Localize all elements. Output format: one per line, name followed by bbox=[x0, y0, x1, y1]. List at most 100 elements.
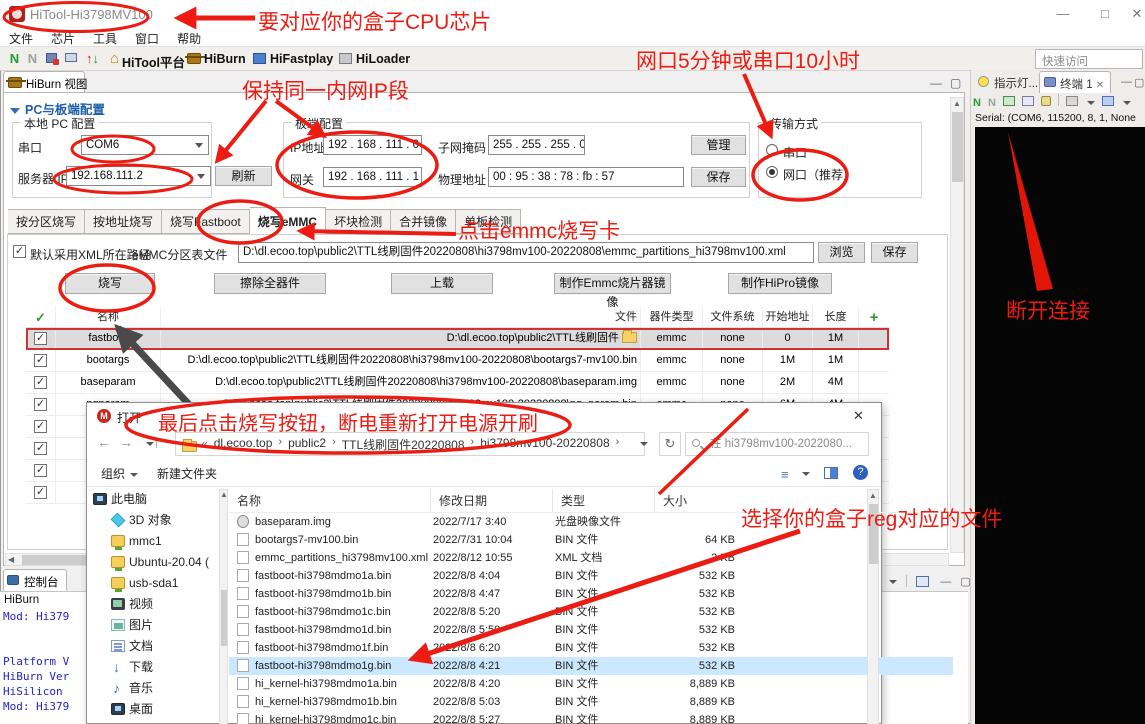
sidebar-item[interactable]: Ubuntu-20.04 ( bbox=[89, 552, 221, 573]
row-checkbox[interactable]: ✓ bbox=[34, 464, 47, 477]
up-icon[interactable]: ↑ bbox=[153, 434, 160, 450]
file-row[interactable]: emmc_partitions_hi3798mv100.xml 2022/8/1… bbox=[229, 549, 953, 567]
col-fs[interactable]: 文件系统 bbox=[703, 307, 763, 327]
transfer-icon[interactable]: ↑↓ bbox=[84, 50, 101, 67]
col-start[interactable]: 开始地址 bbox=[763, 307, 813, 327]
gateway-input[interactable]: 192 . 168 . 111 . 1 bbox=[323, 167, 422, 187]
browse-button[interactable]: 浏览 bbox=[818, 242, 865, 263]
dialog-close-icon[interactable]: ✕ bbox=[853, 408, 864, 424]
minimize-button[interactable]: — bbox=[1048, 6, 1078, 21]
serial-port-select[interactable]: COM6 bbox=[81, 135, 209, 155]
terminal-copy-icon[interactable] bbox=[1022, 96, 1034, 106]
tab-close-icon[interactable]: ✕ bbox=[1096, 80, 1104, 91]
burn-mode-tab[interactable]: 按地址烧写 bbox=[85, 209, 162, 234]
erase-all-button[interactable]: 擦除全器件 bbox=[214, 273, 326, 294]
radio-network[interactable] bbox=[766, 166, 778, 178]
burn-mode-tab[interactable]: 合并镜像 bbox=[391, 209, 456, 234]
partition-row[interactable]: ✓ fastboot D:\dl.ecoo.top\public2\TTL线刷固… bbox=[26, 328, 889, 350]
menu-item[interactable]: 芯片 bbox=[51, 30, 75, 47]
disconnect-icon[interactable]: N bbox=[24, 50, 41, 67]
partition-row[interactable]: ✓ bootargs D:\dl.ecoo.top\public2\TTL线刷固… bbox=[26, 350, 889, 372]
file-row[interactable]: fastboot-hi3798mdmo1g.bin 2022/8/8 4:21 … bbox=[229, 657, 953, 675]
sidebar-item[interactable]: 音乐 bbox=[89, 678, 221, 699]
toolbar-item-hiloader[interactable]: HiLoader bbox=[356, 52, 410, 66]
file-row[interactable]: fastboot-hi3798mdmo1d.bin 2022/8/8 5:50 … bbox=[229, 621, 953, 639]
terminal-connect-icon[interactable]: N bbox=[973, 97, 981, 109]
terminal-screen[interactable] bbox=[975, 127, 1145, 724]
col-file-size[interactable]: 大小 bbox=[655, 489, 747, 512]
maximize-button[interactable]: □ bbox=[1090, 6, 1120, 21]
check-all-icon[interactable]: ✓ bbox=[26, 307, 56, 327]
settings-caret-icon[interactable] bbox=[1087, 101, 1095, 105]
row-checkbox[interactable]: ✓ bbox=[34, 398, 47, 411]
menu-item[interactable]: 工具 bbox=[93, 30, 117, 47]
burn-package-icon[interactable] bbox=[44, 50, 61, 67]
view-mode-icon[interactable]: ≡ bbox=[781, 467, 789, 482]
new-terminal-caret-icon[interactable] bbox=[1123, 101, 1131, 105]
terminal-log-icon[interactable] bbox=[1003, 96, 1015, 106]
burn-mode-tab[interactable]: 按分区烧写 bbox=[8, 209, 85, 234]
sidebar-item[interactable]: mmc1 bbox=[89, 531, 221, 552]
row-checkbox[interactable]: ✓ bbox=[34, 442, 47, 455]
sidebar-item[interactable]: 视频 bbox=[89, 594, 221, 615]
toolbar-item-hiburn[interactable]: HiBurn bbox=[204, 52, 246, 66]
organize-button[interactable]: 组织 bbox=[101, 465, 138, 482]
toolbar-item-hitool-platform[interactable]: HiTool平台 bbox=[122, 52, 185, 71]
row-checkbox[interactable]: ✓ bbox=[34, 332, 47, 345]
close-button[interactable]: ✕ bbox=[1122, 6, 1145, 22]
burn-mode-tab[interactable]: 坏块检测 bbox=[326, 209, 391, 234]
file-row[interactable]: fastboot-hi3798mdmo1c.bin 2022/8/8 5:20 … bbox=[229, 603, 953, 621]
toolbar-item-hifastplay[interactable]: HiFastplay bbox=[270, 52, 333, 66]
new-terminal-icon[interactable] bbox=[1102, 96, 1114, 106]
burn-mode-tab[interactable]: 烧写eMMC bbox=[250, 207, 326, 234]
refresh-icon[interactable]: ↻ bbox=[659, 432, 681, 456]
sidebar-item[interactable]: 图片 bbox=[89, 615, 221, 636]
view-mode-caret-icon[interactable] bbox=[802, 472, 810, 476]
radio-serial[interactable] bbox=[766, 144, 778, 156]
sidebar-item[interactable]: 下载 bbox=[89, 657, 221, 678]
connect-icon[interactable]: N bbox=[6, 50, 23, 67]
view-maximize-icon[interactable]: ▢ bbox=[950, 76, 961, 90]
add-partition-icon[interactable]: + bbox=[859, 307, 889, 327]
burn-button[interactable]: 烧写 bbox=[65, 273, 155, 294]
file-row[interactable]: fastboot-hi3798mdmo1f.bin 2022/8/8 6:20 … bbox=[229, 639, 953, 657]
file-row[interactable]: fastboot-hi3798mdmo1a.bin 2022/8/8 4:04 … bbox=[229, 567, 953, 585]
breadcrumb-item[interactable]: hi3798mv100-20220808 bbox=[480, 436, 609, 453]
view-vertical-scrollbar[interactable]: ▲ bbox=[950, 97, 964, 553]
new-folder-button[interactable]: 新建文件夹 bbox=[157, 465, 217, 482]
help-icon[interactable]: ? bbox=[853, 465, 868, 480]
file-row[interactable]: hi_kernel-hi3798mdmo1c.bin 2022/8/8 5:27… bbox=[229, 711, 953, 724]
col-file[interactable]: 文件 bbox=[161, 307, 641, 327]
device-icon[interactable] bbox=[64, 50, 81, 67]
file-row[interactable]: hi_kernel-hi3798mdmo1b.bin 2022/8/8 5:03… bbox=[229, 693, 953, 711]
row-checkbox[interactable]: ✓ bbox=[34, 354, 47, 367]
upload-button[interactable]: 上载 bbox=[391, 273, 493, 294]
menu-item[interactable]: 窗口 bbox=[135, 30, 159, 47]
manage-button[interactable]: 管理 bbox=[691, 135, 746, 155]
file-row[interactable]: fastboot-hi3798mdmo1b.bin 2022/8/8 4:47 … bbox=[229, 585, 953, 603]
make-emmc-image-button[interactable]: 制作Emmc烧片器镜像 bbox=[554, 273, 671, 294]
breadcrumb-caret-icon[interactable] bbox=[640, 442, 648, 446]
col-name[interactable]: 名称 bbox=[56, 307, 161, 327]
tab-hiburn-view[interactable]: HiBurn 视图 bbox=[3, 71, 85, 93]
refresh-button[interactable]: 刷新 bbox=[215, 166, 272, 186]
sidebar-scrollbar[interactable]: ▲ bbox=[219, 489, 228, 724]
board-save-button[interactable]: 保存 bbox=[691, 167, 746, 187]
dialog-search-input[interactable]: 在 hi3798mv100-2022080... bbox=[685, 432, 869, 456]
breadcrumb-item[interactable]: public2 bbox=[288, 436, 326, 453]
settings-icon[interactable] bbox=[1066, 96, 1078, 106]
tab-console[interactable]: 控制台 bbox=[3, 569, 67, 591]
file-row[interactable]: bootargs7-mv100.bin 2022/7/31 10:04 BIN … bbox=[229, 531, 953, 549]
breadcrumb-item[interactable]: TTL线刷固件20220808 bbox=[342, 436, 465, 453]
board-ip-input[interactable]: 192 . 168 . 111 . 0 bbox=[323, 135, 422, 155]
tab-indicator-lights[interactable]: 指示灯... bbox=[974, 71, 1044, 93]
server-ip-select[interactable]: 192.168.111.2 bbox=[66, 166, 211, 186]
make-hipro-image-button[interactable]: 制作HiPro镜像 bbox=[728, 273, 832, 294]
menu-item[interactable]: 文件 bbox=[9, 30, 33, 47]
back-icon[interactable]: ← bbox=[97, 434, 111, 450]
sidebar-item[interactable]: 文档 bbox=[89, 636, 221, 657]
sidebar-item[interactable]: 桌面 bbox=[89, 699, 221, 720]
col-length[interactable]: 长度 bbox=[813, 307, 859, 327]
col-type[interactable]: 器件类型 bbox=[641, 307, 703, 327]
xml-path-input[interactable]: D:\dl.ecoo.top\public2\TTL线刷固件20220808\h… bbox=[238, 242, 814, 263]
